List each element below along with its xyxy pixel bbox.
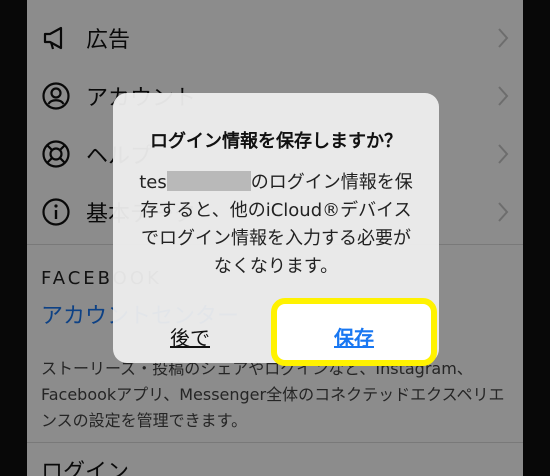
save-button[interactable]: 保存 bbox=[277, 322, 431, 351]
later-button[interactable]: 後で bbox=[170, 322, 210, 351]
redacted-username bbox=[166, 171, 251, 191]
dialog-message: tes のログイン情報を保存すると、他のiCloud®デバイスでログイン情報を入力… bbox=[133, 169, 419, 281]
dialog-title: ログイン情報を保存しますか？ bbox=[150, 131, 402, 152]
save-button-highlight[interactable]: 保存 bbox=[271, 298, 437, 366]
phone-frame: 広告 アカウント ヘルプ bbox=[0, 0, 550, 476]
dialog-message-username-prefix: tes bbox=[139, 172, 167, 193]
